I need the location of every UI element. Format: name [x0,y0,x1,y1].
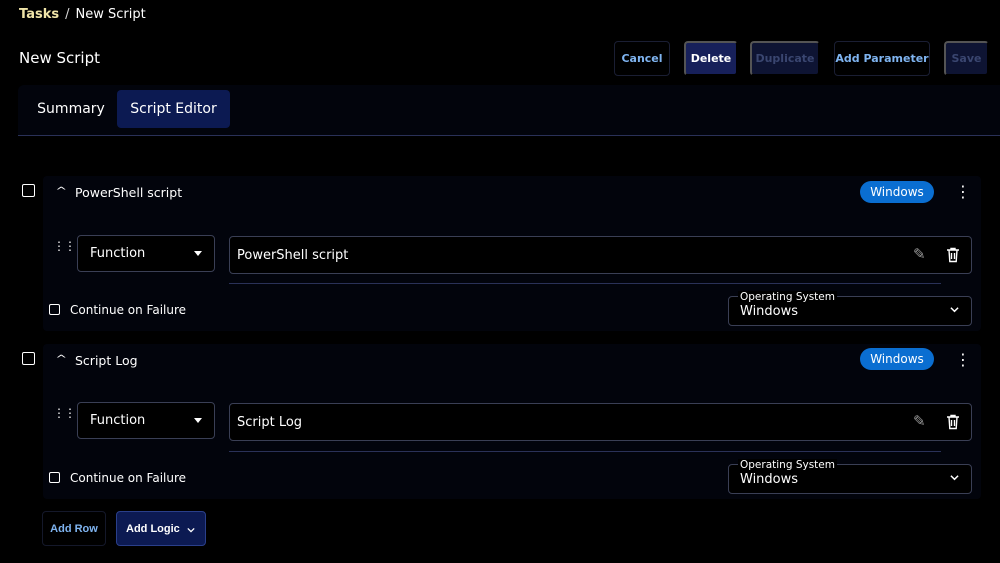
operating-system-label: Operating System [738,459,837,471]
chevron-down-icon [187,527,195,533]
step-type-value: Function [90,246,146,261]
chevron-down-icon [950,307,959,313]
step-type-select[interactable]: Function [77,402,215,439]
continue-on-failure-checkbox[interactable] [49,472,60,483]
save-button[interactable]: Save [944,41,989,76]
duplicate-button[interactable]: Duplicate [750,41,820,76]
step-title: Script Log [75,353,138,368]
step-divider [229,451,941,452]
breadcrumb: Tasks / New Script [19,7,146,22]
kebab-menu-icon[interactable]: ⋮ [955,184,971,200]
chevron-up-icon[interactable]: ^ [55,354,67,365]
step-name-field[interactable]: PowerShell script [229,236,972,274]
step-title: PowerShell script [75,185,183,200]
pencil-icon[interactable]: ✎ [913,245,926,263]
operating-system-value: Windows [740,472,799,487]
caret-down-icon [194,418,202,423]
step-type-value: Function [90,413,146,428]
add-logic-button[interactable]: Add Logic [116,511,206,546]
drag-handle-icon[interactable]: ⋮⋮ [53,407,76,419]
drag-handle-icon[interactable]: ⋮⋮ [53,240,76,252]
trash-icon[interactable] [946,414,960,430]
tab-script-editor[interactable]: Script Editor [117,90,230,128]
add-parameter-button[interactable]: Add Parameter [834,41,930,76]
continue-on-failure-label: Continue on Failure [70,303,187,317]
step-name-value: PowerShell script [237,247,349,263]
tab-summary[interactable]: Summary [26,90,116,128]
cancel-button[interactable]: Cancel [614,41,670,76]
step-select-checkbox[interactable] [22,352,35,365]
page-title: New Script [19,49,100,67]
add-logic-label: Add Logic [126,522,180,535]
continue-on-failure-checkbox[interactable] [49,304,60,315]
step-name-value: Script Log [237,414,303,430]
breadcrumb-current: New Script [75,7,146,22]
os-badge: Windows [860,348,934,370]
caret-down-icon [194,251,202,256]
breadcrumb-tasks-link[interactable]: Tasks [19,7,59,22]
chevron-up-icon[interactable]: ^ [55,186,67,197]
add-row-button[interactable]: Add Row [42,511,106,546]
step-select-checkbox[interactable] [22,184,35,197]
pencil-icon[interactable]: ✎ [913,412,926,430]
os-badge: Windows [860,181,934,203]
operating-system-label: Operating System [738,291,837,303]
breadcrumb-separator: / [65,7,70,22]
trash-icon[interactable] [946,247,960,263]
continue-on-failure-label: Continue on Failure [70,471,187,485]
operating-system-value: Windows [740,304,799,319]
step-name-field[interactable]: Script Log [229,403,972,441]
kebab-menu-icon[interactable]: ⋮ [955,352,971,368]
step-divider [229,283,941,284]
chevron-down-icon [950,475,959,481]
step-type-select[interactable]: Function [77,235,215,272]
delete-button[interactable]: Delete [684,41,738,76]
tab-bar: Summary Script Editor [18,85,1000,136]
